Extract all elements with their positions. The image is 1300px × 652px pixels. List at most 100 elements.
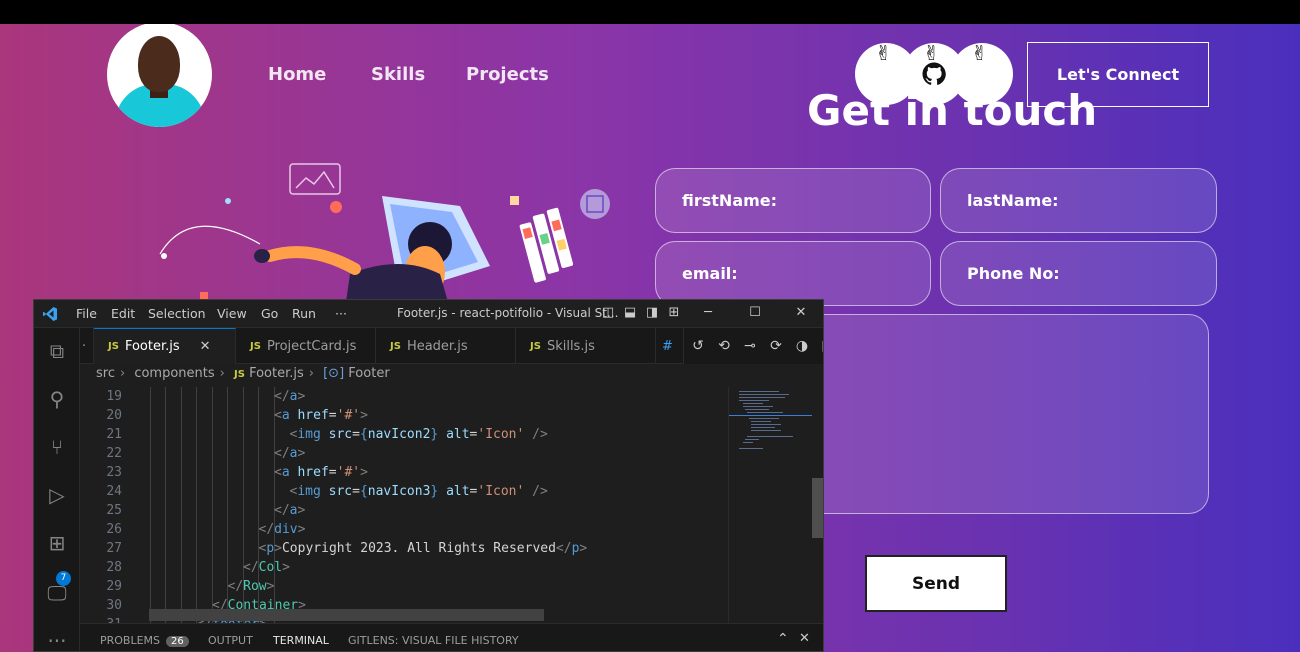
first-name-field[interactable]: firstName: xyxy=(655,168,931,233)
email-field[interactable]: email: xyxy=(655,241,931,306)
line-number: 27 xyxy=(106,541,122,556)
code-line[interactable]: 26 </div> xyxy=(80,520,728,539)
code-text: </div> xyxy=(258,522,306,537)
tab-label: Footer.js xyxy=(124,339,180,354)
code-text: <p>Copyright 2023. All Rights Reserved</… xyxy=(258,541,588,556)
toggle-primary-sidebar-icon[interactable]: ◫ xyxy=(600,305,616,321)
customize-layout-icon[interactable]: ⊞ xyxy=(666,305,682,321)
code-line[interactable]: 23 <a href='#'> xyxy=(80,463,728,482)
breadcrumb-components[interactable]: components xyxy=(134,366,214,381)
breadcrumb-src[interactable]: src xyxy=(96,366,115,381)
split-editor-icon[interactable]: ◫ xyxy=(820,338,823,354)
window-title: Footer.js - react-potifolio - Visual St.… xyxy=(397,306,619,320)
code-editor[interactable]: 19 </a> 20 <a href='#'> 21 <img src={navIcon2… xyxy=(80,387,728,623)
tab-projectcard[interactable]: JS ProjectCard.js xyxy=(236,328,376,364)
code-text: <img src={navIcon2} alt='Icon' /> xyxy=(289,427,548,442)
go-back-icon[interactable]: ⟲ xyxy=(716,338,732,354)
nav-link-home[interactable]: Home xyxy=(268,64,326,85)
code-text: <a href='#'> xyxy=(274,408,368,423)
toggle-secondary-sidebar-icon[interactable]: ◨ xyxy=(644,305,660,321)
breadcrumb: src › components › JS Footer.js › [⊙] Foote… xyxy=(96,366,390,381)
breadcrumb-symbol[interactable]: Footer xyxy=(348,366,389,381)
nav-link-skills[interactable]: Skills xyxy=(371,64,425,85)
tab-label: Skills.js xyxy=(546,338,595,354)
go-forward-icon[interactable]: ⟳ xyxy=(768,338,784,354)
code-line[interactable]: 19 </a> xyxy=(80,387,728,406)
source-control-icon[interactable]: ⑂ xyxy=(44,434,70,460)
minimap[interactable] xyxy=(728,387,813,623)
commit-icon[interactable]: ⊸ xyxy=(742,338,758,354)
code-line[interactable]: 27 <p>Copyright 2023. All Rights Reserved… xyxy=(80,539,728,558)
minimize-icon[interactable]: ─ xyxy=(700,305,716,321)
code-line[interactable]: 25 </a> xyxy=(80,501,728,520)
github-icon[interactable] xyxy=(922,62,946,86)
victory-hand-icon: ✌ xyxy=(971,41,988,65)
tab-close-icon[interactable]: ✕ xyxy=(200,339,211,354)
vscode-window: File Edit Selection View Go Run ··· Foot… xyxy=(33,299,824,652)
vscode-logo-icon xyxy=(43,307,57,321)
menu-more[interactable]: ··· xyxy=(335,306,347,321)
line-number: 23 xyxy=(106,465,122,480)
menu-go[interactable]: Go xyxy=(261,306,278,321)
tab-label: ProjectCard.js xyxy=(266,338,357,354)
menu-view[interactable]: View xyxy=(217,306,247,321)
lets-connect-button[interactable]: Let's Connect xyxy=(1027,42,1209,107)
line-number: 31 xyxy=(80,615,122,623)
chevron-right-icon: › xyxy=(308,366,314,381)
tab-partial[interactable]: # xyxy=(656,328,684,364)
profile-avatar xyxy=(107,24,212,127)
extensions-icon[interactable]: ⊞ xyxy=(44,530,70,556)
code-line[interactable]: 29 </Row> xyxy=(80,577,728,596)
phone-field[interactable]: Phone No: xyxy=(940,241,1217,306)
line-number: 25 xyxy=(106,503,122,518)
run-debug-icon[interactable]: ▷ xyxy=(44,482,70,508)
maximize-panel-icon[interactable]: ⌃ xyxy=(777,631,789,647)
code-line[interactable]: 21 <img src={navIcon2} alt='Icon' /> xyxy=(80,425,728,444)
tab-overflow[interactable]: · xyxy=(80,328,94,364)
code-line[interactable]: 24 <img src={navIcon3} alt='Icon' /> xyxy=(80,482,728,501)
tab-skills[interactable]: JS Skills.js xyxy=(516,328,656,364)
menu-selection[interactable]: Selection xyxy=(148,306,206,321)
tab-header[interactable]: JS Header.js xyxy=(376,328,516,364)
timeline-icon[interactable]: ↺ xyxy=(690,338,706,354)
gitlens-icon[interactable]: ◑ xyxy=(794,338,810,354)
code-line[interactable]: 22 </a> xyxy=(80,444,728,463)
js-file-icon: JS xyxy=(250,340,261,352)
tab-gitlens-history[interactable]: GITLENS: VISUAL FILE HISTORY xyxy=(348,634,519,647)
search-icon[interactable]: ⚲ xyxy=(44,386,70,412)
js-file-icon: JS xyxy=(530,340,541,352)
tab-terminal[interactable]: TERMINAL xyxy=(273,634,329,647)
send-button[interactable]: Send xyxy=(865,555,1007,612)
remote-explorer-icon[interactable]: 🖵 xyxy=(44,580,70,606)
tab-footer[interactable]: JS Footer.js ✕ xyxy=(94,328,236,364)
close-icon[interactable]: ✕ xyxy=(793,305,809,321)
symbol-icon: [⊙] xyxy=(323,366,345,381)
explorer-icon[interactable]: ⧉ xyxy=(44,338,70,364)
victory-hand-icon: ✌ xyxy=(875,41,892,65)
chevron-right-icon: › xyxy=(219,366,225,381)
line-number: 26 xyxy=(106,522,122,537)
nav-link-projects[interactable]: Projects xyxy=(466,64,549,85)
js-file-icon: JS xyxy=(390,340,401,352)
tab-problems[interactable]: PROBLEMS 26 xyxy=(100,634,189,647)
scrollbar-thumb[interactable] xyxy=(812,478,823,538)
menu-run[interactable]: Run xyxy=(292,306,316,321)
line-number: 19 xyxy=(106,389,122,404)
close-panel-icon[interactable]: ✕ xyxy=(799,631,810,646)
breadcrumb-file[interactable]: Footer.js xyxy=(249,366,304,381)
line-number: 22 xyxy=(106,446,122,461)
maximize-icon[interactable]: ☐ xyxy=(747,305,763,321)
more-icon[interactable]: ··· xyxy=(44,628,70,651)
code-line[interactable]: 28 </Col> xyxy=(80,558,728,577)
menu-file[interactable]: File xyxy=(76,306,97,321)
line-number: 30 xyxy=(106,598,122,613)
last-name-field[interactable]: lastName: xyxy=(940,168,1217,233)
horizontal-scrollbar[interactable] xyxy=(149,609,544,621)
code-text: </Row> xyxy=(227,579,275,594)
code-line[interactable]: 20 <a href='#'> xyxy=(80,406,728,425)
toggle-panel-icon[interactable]: ⬓ xyxy=(622,305,638,321)
tab-output[interactable]: OUTPUT xyxy=(208,634,253,647)
code-text: <a href='#'> xyxy=(274,465,368,480)
code-text: </a> xyxy=(274,446,306,461)
menu-edit[interactable]: Edit xyxy=(111,306,135,321)
